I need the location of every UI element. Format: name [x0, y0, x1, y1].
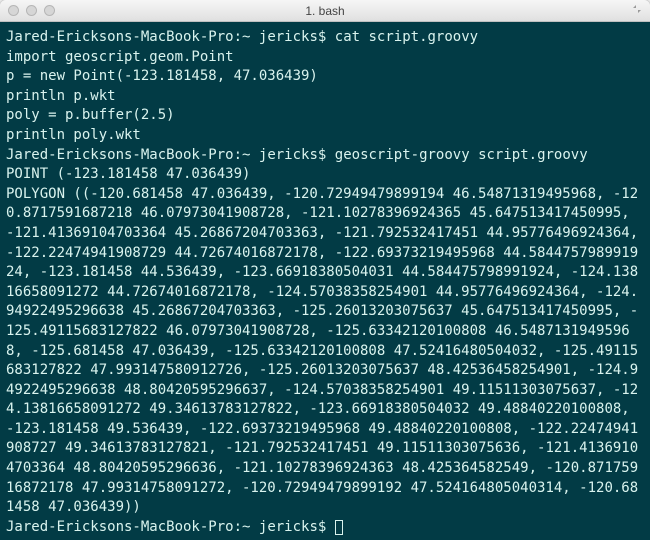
- close-icon[interactable]: [8, 5, 19, 16]
- prompt-host: Jared-Ericksons-MacBook-Pro: [6, 519, 234, 535]
- script-line: p = new Point(-123.181458, 47.036439): [6, 67, 644, 87]
- traffic-lights: [8, 5, 55, 16]
- window-title: 1. bash: [305, 4, 344, 18]
- prompt-path: ~: [242, 519, 250, 535]
- prompt-host: Jared-Ericksons-MacBook-Pro: [6, 29, 234, 45]
- script-line: poly = p.buffer(2.5): [6, 106, 644, 126]
- minimize-icon[interactable]: [26, 5, 37, 16]
- zoom-icon[interactable]: [44, 5, 55, 16]
- prompt-symbol: $: [318, 147, 326, 163]
- command-cat: cat script.groovy: [335, 29, 478, 45]
- cursor: [335, 520, 343, 535]
- expand-icon[interactable]: [632, 4, 642, 17]
- prompt-path: ~: [242, 147, 250, 163]
- prompt-symbol: $: [318, 29, 326, 45]
- prompt-user: jericks: [259, 147, 318, 163]
- prompt-path: ~: [242, 29, 250, 45]
- prompt-user: jericks: [259, 29, 318, 45]
- script-line: println poly.wkt: [6, 126, 644, 146]
- command-run: geoscript-groovy script.groovy: [335, 147, 588, 163]
- titlebar: 1. bash: [0, 0, 650, 22]
- script-line: println p.wkt: [6, 87, 644, 107]
- prompt-symbol: $: [318, 519, 326, 535]
- prompt-sep: :: [234, 29, 242, 45]
- output-polygon: POLYGON ((-120.681458 47.036439, -120.72…: [6, 185, 644, 518]
- prompt-host: Jared-Ericksons-MacBook-Pro: [6, 147, 234, 163]
- output-point: POINT (-123.181458 47.036439): [6, 165, 644, 185]
- prompt-user: jericks: [259, 519, 318, 535]
- terminal[interactable]: Jared-Ericksons-MacBook-Pro:~ jericks$ c…: [0, 22, 650, 540]
- script-line: import geoscript.geom.Point: [6, 48, 644, 68]
